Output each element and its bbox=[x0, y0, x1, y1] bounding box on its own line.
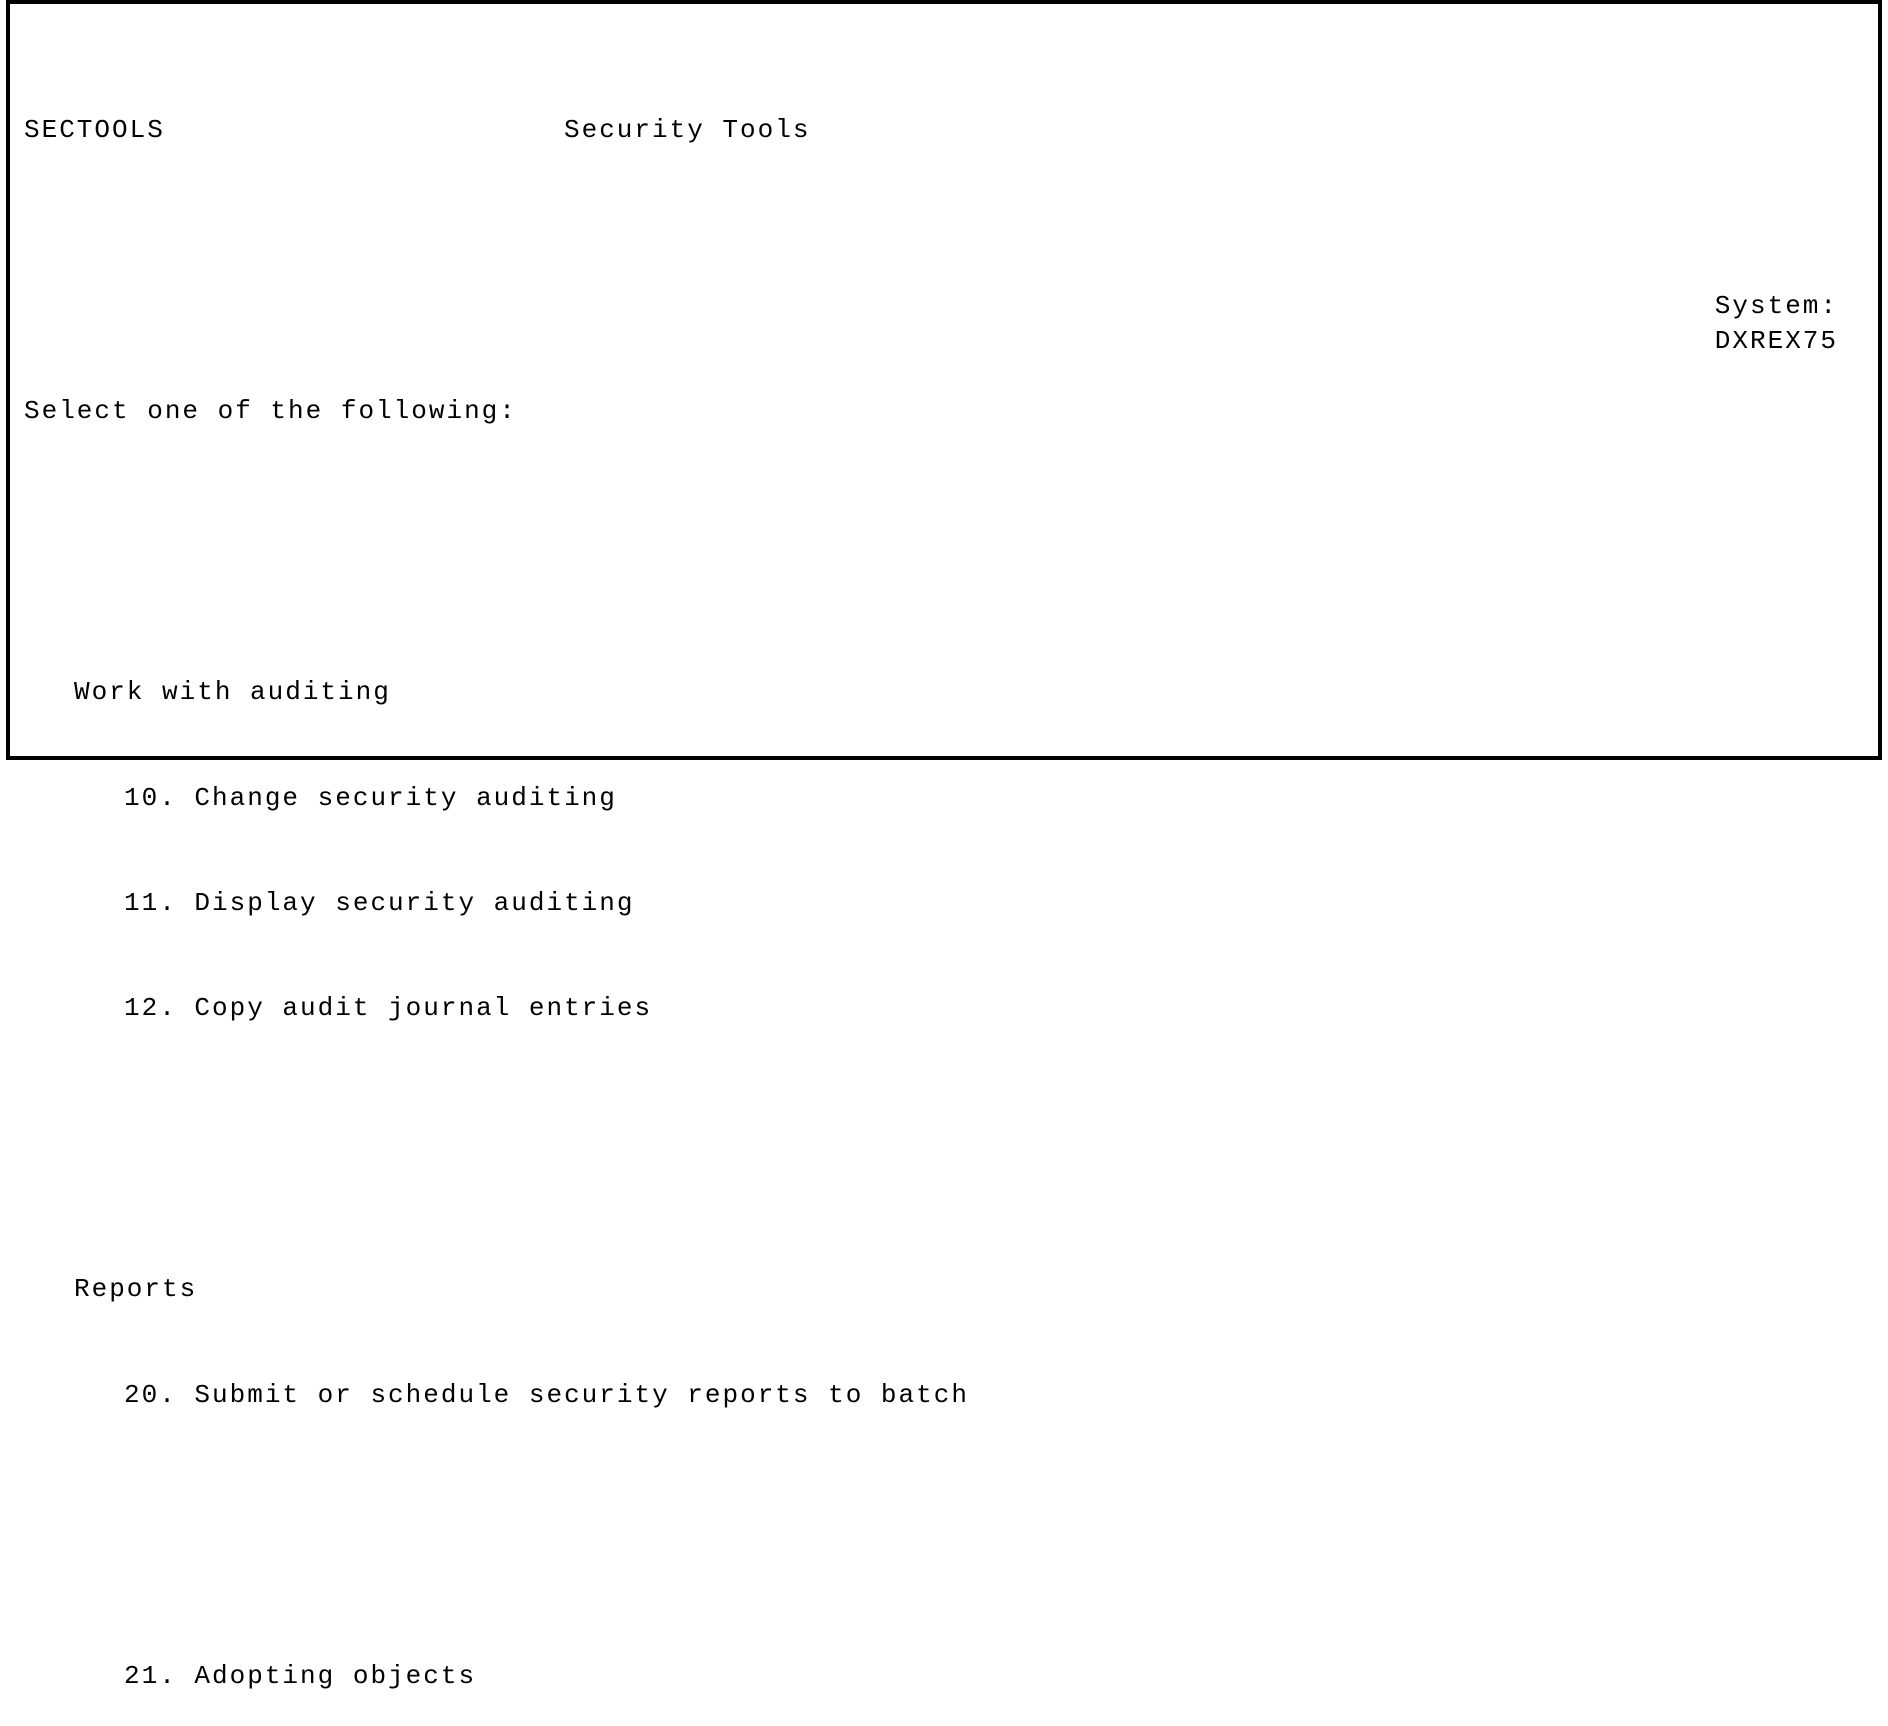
menu-name: SECTOOLS bbox=[24, 113, 564, 148]
option-label: Change security auditing bbox=[194, 783, 616, 813]
menu-option-10[interactable]: 10. Change security auditing bbox=[24, 781, 1864, 816]
header-row: SECTOOLS Security Tools bbox=[24, 113, 1864, 148]
menu-option-12[interactable]: 12. Copy audit journal entries bbox=[24, 991, 1864, 1026]
system-label: System: bbox=[1715, 289, 1838, 324]
blank-row bbox=[24, 1132, 1864, 1167]
menu-option-11[interactable]: 11. Display security auditing bbox=[24, 886, 1864, 921]
blank-row bbox=[24, 1518, 1864, 1553]
system-name: DXREX75 bbox=[1715, 324, 1838, 359]
option-number: 20. bbox=[124, 1380, 177, 1410]
menu-option-20[interactable]: 20. Submit or schedule security reports … bbox=[24, 1378, 1864, 1413]
option-label: Copy audit journal entries bbox=[194, 993, 652, 1023]
option-label: Display security auditing bbox=[194, 888, 634, 918]
blank-row bbox=[24, 535, 1864, 570]
menu-option-21[interactable]: 21. Adopting objects bbox=[24, 1659, 1864, 1694]
option-number: 11. bbox=[124, 888, 177, 918]
option-number: 21. bbox=[124, 1661, 177, 1691]
group-heading-reports: Reports bbox=[24, 1272, 1864, 1307]
system-row: System: DXREX75 bbox=[24, 254, 1864, 289]
select-prompt: Select one of the following: bbox=[24, 394, 1864, 429]
option-number: 10. bbox=[124, 783, 177, 813]
option-number: 12. bbox=[124, 993, 177, 1023]
terminal-screen: SECTOOLS Security Tools System: DXREX75 … bbox=[6, 0, 1882, 760]
page-title: Security Tools bbox=[564, 113, 810, 148]
option-label: Submit or schedule security reports to b… bbox=[194, 1380, 969, 1410]
group-heading-auditing: Work with auditing bbox=[24, 675, 1864, 710]
option-label: Adopting objects bbox=[194, 1661, 476, 1691]
